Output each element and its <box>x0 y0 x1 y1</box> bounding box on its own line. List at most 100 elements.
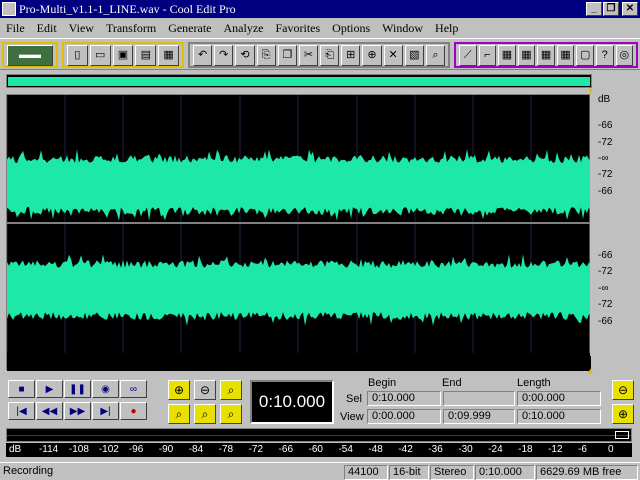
view-begin-field[interactable]: 0:00.000 <box>367 409 441 424</box>
sel-end-field[interactable] <box>443 391 515 406</box>
view-length-field[interactable]: 0:10.000 <box>517 409 601 424</box>
repeat-icon[interactable]: ⟲ <box>235 44 255 66</box>
meter-scale-label: -114 <box>38 444 59 455</box>
envelope-icon[interactable]: ⟋ <box>459 44 477 66</box>
time-label: 4.0 <box>232 356 246 367</box>
open-folder-icon[interactable]: ▭ <box>89 44 111 66</box>
cut-icon[interactable]: ✂ <box>298 44 319 66</box>
zoom-in-vertical-icon: ⊖ <box>617 383 629 397</box>
grid-a-icon[interactable]: ▦ <box>498 44 516 66</box>
multitrack-view-icon[interactable]: ▬▬ <box>7 44 53 66</box>
redo-icon[interactable]: ↷ <box>214 44 234 66</box>
menu-help[interactable]: Help <box>429 21 464 36</box>
stop-button[interactable]: ■ <box>8 380 35 398</box>
minimize-button[interactable]: _ <box>586 2 602 16</box>
sample-rate: 44100 <box>344 465 388 480</box>
view-toolbar-group: ⟋ ⌐ ▦ ▦ ▦ ▦ ▢ ? ◎ <box>454 42 638 68</box>
undo-icon[interactable]: ↶ <box>193 44 213 66</box>
go-to-end-icon: ▶| <box>100 405 111 417</box>
menu-bar: File Edit View Transform Generate Analyz… <box>0 18 640 38</box>
view-end-field[interactable]: 0:09.999 <box>443 409 515 424</box>
menu-transform[interactable]: Transform <box>100 21 162 36</box>
new-file-icon[interactable]: ▯ <box>67 44 88 66</box>
menu-window[interactable]: Window <box>376 21 429 36</box>
file-toolbar-group: ▯ ▭ ▣ ▤ ▦ <box>62 42 184 68</box>
select-all-icon[interactable]: ▧ <box>404 44 424 66</box>
zoom-left-button[interactable]: ⌕ <box>194 404 216 424</box>
menu-view[interactable]: View <box>63 21 100 36</box>
playhead-marker-icon[interactable]: ▲ <box>586 366 595 376</box>
close-button[interactable]: ✕ <box>622 2 638 16</box>
menu-options[interactable]: Options <box>326 21 376 36</box>
spectral-view-icon[interactable]: ⌕ <box>425 44 446 66</box>
save-icon[interactable]: ▣ <box>112 44 134 66</box>
pause-button[interactable]: ❚❚ <box>64 380 91 398</box>
play-button[interactable]: ▶ <box>36 380 63 398</box>
time-label: hms <box>568 356 587 367</box>
go-to-end-button[interactable]: ▶| <box>92 402 119 420</box>
cd-icon[interactable]: ◎ <box>615 44 634 66</box>
db-label: -72 <box>598 299 613 310</box>
app-icon[interactable] <box>2 2 16 16</box>
menu-analyze[interactable]: Analyze <box>218 21 270 36</box>
meter-scale-label: -60 <box>308 444 323 455</box>
zoom-left-icon: ⌕ <box>201 406 209 421</box>
play-to-end-button[interactable]: ◉ <box>92 380 119 398</box>
marker-icon[interactable]: ⌐ <box>478 44 497 66</box>
grid-c-icon[interactable]: ▦ <box>537 44 555 66</box>
fast-forward-button[interactable]: ▶▶ <box>64 402 91 420</box>
zoom-in-button[interactable]: ⊕ <box>168 380 190 400</box>
meter-scale: dB -114 -108 -102 -96 -90 -84 -78 -72 -66 -60 -54 -4… <box>6 443 632 457</box>
grid-b-icon[interactable]: ▦ <box>517 44 536 66</box>
paste-icon[interactable]: ⎗ <box>320 44 340 66</box>
restore-button[interactable]: ❐ <box>603 2 619 16</box>
sel-length-field[interactable]: 0:00.000 <box>517 391 601 406</box>
menu-generate[interactable]: Generate <box>162 21 217 36</box>
zoom-out-vertical-button[interactable]: ⊕ <box>612 404 634 424</box>
db-label: -66 <box>598 186 613 197</box>
properties-icon[interactable]: ▦ <box>158 44 179 66</box>
grid-d-icon[interactable]: ▦ <box>556 44 575 66</box>
zoom-in-icon: ⊕ <box>173 383 185 397</box>
rewind-button[interactable]: ◀◀ <box>36 402 63 420</box>
help-icon[interactable]: ? <box>595 44 614 66</box>
overview-bar[interactable] <box>6 74 592 88</box>
meter-scale-label: -6 <box>578 444 587 455</box>
meter-scale-label: -90 <box>158 444 174 455</box>
waveform-channel-right <box>7 254 591 326</box>
meter-scale-label: -72 <box>248 444 264 455</box>
go-to-start-button[interactable]: |◀ <box>8 402 35 420</box>
zoom-in-vertical-button[interactable]: ⊖ <box>612 380 634 400</box>
zoom-right-button[interactable]: ⌕ <box>220 404 242 424</box>
record-button[interactable]: ● <box>120 402 147 420</box>
info-icon[interactable]: ▢ <box>576 44 594 66</box>
menu-edit[interactable]: Edit <box>31 21 63 36</box>
zoom-full-icon: ⌕ <box>227 382 235 397</box>
meter-scale-label: -30 <box>458 444 473 455</box>
loop-button[interactable]: ∞ <box>120 380 147 398</box>
zoom-out-button[interactable]: ⊖ <box>194 380 216 400</box>
record-icon: ● <box>130 405 137 417</box>
sel-begin-field[interactable]: 0:10.000 <box>367 391 441 406</box>
time-label: 2.0 <box>117 356 131 367</box>
save-all-icon[interactable]: ▤ <box>135 44 157 66</box>
waveform-display[interactable] <box>6 94 591 371</box>
meter-scale-label: 0 <box>608 444 614 455</box>
zoom-selection-button[interactable]: ⌕ <box>168 404 190 424</box>
zoom-full-button[interactable]: ⌕ <box>220 380 242 400</box>
paste-new-icon[interactable]: ⊞ <box>341 44 361 66</box>
copy-icon[interactable]: ❐ <box>277 44 297 66</box>
waveform-channel-left <box>7 149 591 221</box>
bit-depth: 16-bit <box>389 465 429 480</box>
multitrack-toggle-group: ▬▬ <box>2 42 58 68</box>
title-bar: Pro-Multi_v1.1-1_LINE.wav - Cool Edit Pr… <box>0 0 640 18</box>
copy-to-new-icon[interactable]: ⎘ <box>256 44 276 66</box>
mix-paste-icon[interactable]: ⊕ <box>362 44 382 66</box>
menu-favorites[interactable]: Favorites <box>269 21 326 36</box>
stop-icon: ■ <box>18 383 25 395</box>
zoom-selection-icon: ⌕ <box>175 406 183 421</box>
time-label: 7.0 <box>407 356 421 367</box>
trim-icon[interactable]: ✕ <box>383 44 403 66</box>
menu-file[interactable]: File <box>0 21 31 36</box>
level-meter[interactable] <box>6 428 632 442</box>
